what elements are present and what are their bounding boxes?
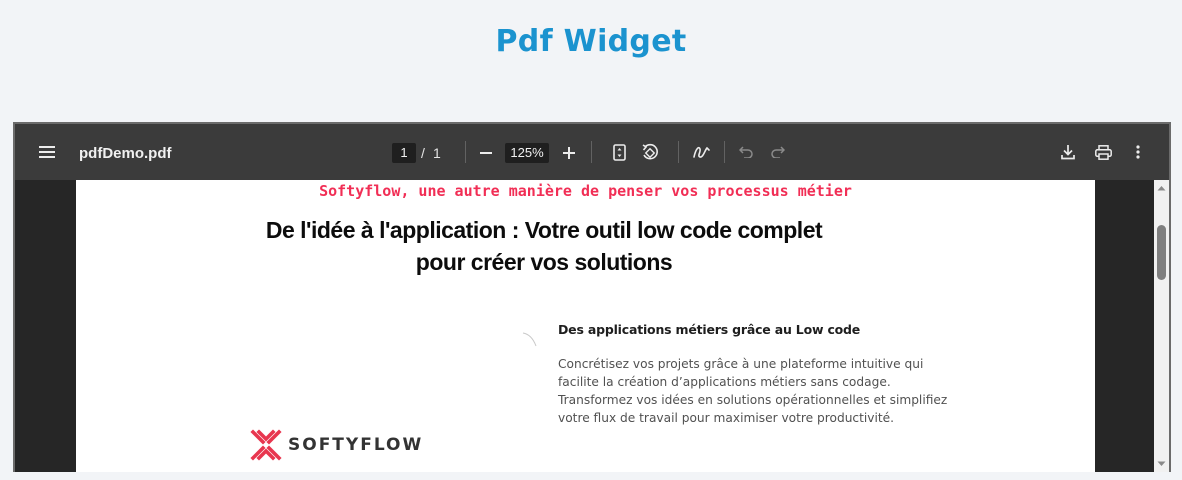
scrollbar-thumb[interactable] (1157, 225, 1166, 280)
pdf-page: Softyflow, une autre manière de penser v… (76, 180, 1095, 472)
download-icon (1061, 144, 1075, 159)
draw-icon (693, 146, 710, 158)
doc-paragraph: Concrétisez vos projets grâce à une plat… (558, 357, 948, 425)
print-button[interactable] (1092, 142, 1114, 162)
page-number-input[interactable]: 1 (392, 143, 416, 163)
zoom-level-input[interactable]: 125% (505, 143, 549, 163)
doc-tagline: Softyflow, une autre manière de penser v… (319, 182, 852, 200)
logo-mark-icon (250, 429, 282, 461)
more-options-button[interactable] (1130, 142, 1146, 162)
vertical-scrollbar[interactable] (1154, 180, 1169, 472)
undo-icon (739, 146, 753, 158)
print-icon (1094, 144, 1112, 160)
zoom-in-button[interactable] (560, 143, 578, 163)
toolbar-divider (591, 141, 592, 163)
fit-page-icon (612, 143, 626, 161)
download-button[interactable] (1058, 142, 1078, 162)
doc-headline-line1: De l'idée à l'application : Votre outil … (265, 217, 823, 243)
plus-icon (563, 147, 575, 159)
toolbar-divider (465, 141, 466, 163)
page-title: Pdf Widget (495, 24, 687, 59)
file-name: pdfDemo.pdf (79, 145, 172, 162)
menu-icon[interactable] (37, 144, 57, 160)
pdf-viewer: pdfDemo.pdf 1 / 1 125% Softyflow, une au… (13, 122, 1171, 472)
fit-page-button[interactable] (609, 142, 629, 162)
scroll-up-icon[interactable] (1157, 184, 1166, 193)
toolbar-divider (678, 141, 679, 163)
undo-button[interactable] (737, 143, 755, 161)
zoom-out-button[interactable] (477, 143, 495, 163)
toolbar-divider (724, 141, 725, 163)
softyflow-logo: SOFTYFLOW (250, 429, 423, 461)
scroll-down-icon[interactable] (1157, 459, 1166, 468)
annotate-button[interactable] (691, 142, 713, 162)
doc-headline-line2: pour créer vos solutions (415, 249, 673, 275)
page-separator: / (421, 145, 425, 161)
redo-icon (771, 146, 785, 158)
page-total: 1 (433, 145, 441, 161)
redo-button[interactable] (769, 143, 787, 161)
rotate-icon (642, 143, 658, 160)
decorative-curve (522, 332, 537, 347)
more-vert-icon (1136, 145, 1140, 159)
minus-icon (480, 152, 492, 154)
doc-headline: De l'idée à l'application : Votre outil … (244, 214, 844, 278)
logo-text: SOFTYFLOW (288, 435, 424, 455)
pdf-toolbar: pdfDemo.pdf 1 / 1 125% (15, 124, 1169, 180)
doc-subheading: Des applications métiers grâce au Low co… (558, 322, 861, 337)
pdf-content-area[interactable]: Softyflow, une autre manière de penser v… (15, 180, 1169, 472)
rotate-button[interactable] (639, 141, 661, 163)
